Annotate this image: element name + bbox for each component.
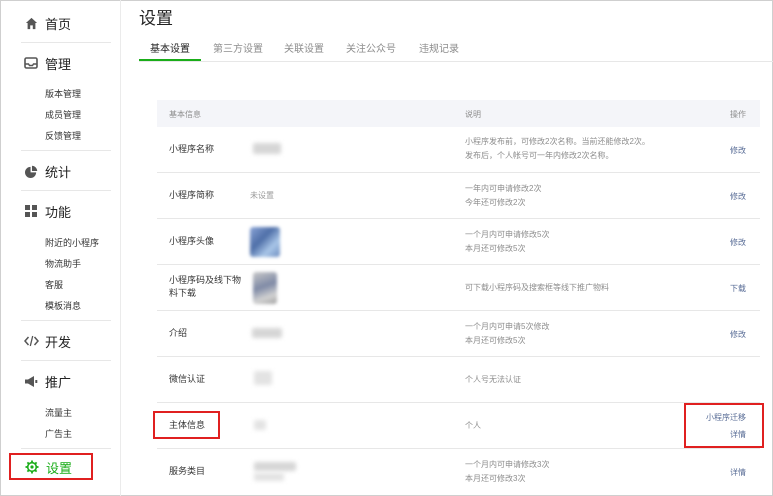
row-desc: 个人号无法认证 [465, 375, 521, 384]
edit-link[interactable]: 修改 [730, 234, 746, 251]
divider [21, 190, 111, 191]
table-row: 小程序简称 未设置 一年内可申请修改2次 今年还可修改2次 修改 [157, 173, 760, 219]
sidebar-item-manage[interactable]: 管理 [1, 53, 119, 73]
row-desc: 可下载小程序码及搜索框等线下推广物料 [465, 283, 609, 292]
column-header-info: 基本信息 [169, 110, 201, 119]
row-label: 服务类目 [169, 466, 206, 476]
pie-chart-icon [23, 163, 39, 179]
sidebar-item-version-manage[interactable]: 版本管理 [45, 87, 81, 100]
megaphone-icon [23, 373, 39, 389]
sidebar-item-label: 管理 [45, 57, 72, 72]
divider [21, 448, 111, 449]
tab-third-party-settings[interactable]: 第三方设置 [213, 40, 263, 55]
sidebar-item-logistics[interactable]: 物流助手 [45, 257, 81, 270]
row-desc: 一个月内可申请5次修改 本月还可修改5次 [465, 322, 550, 345]
row-desc: 一个月内可申请修改5次 本月还可修改5次 [465, 230, 550, 253]
row-desc: 个人 [465, 421, 481, 430]
edit-link[interactable]: 修改 [730, 188, 746, 205]
sidebar-item-label: 推广 [45, 375, 72, 390]
highlight-box-actions [684, 403, 764, 448]
grid-icon [23, 203, 39, 219]
row-label: 小程序码及线下物料下载 [169, 275, 242, 298]
tab-basic-settings[interactable]: 基本设置 [150, 40, 190, 55]
inbox-icon [23, 55, 39, 71]
table-header: 基本信息 说明 操作 [157, 100, 760, 127]
sidebar-item-nearby-miniprogram[interactable]: 附近的小程序 [45, 236, 99, 249]
sidebar-item-settings[interactable]: 设置 [9, 453, 93, 480]
details-link[interactable]: 详情 [730, 464, 746, 481]
tab-related-settings[interactable]: 关联设置 [284, 40, 324, 55]
sidebar-item-settings-head[interactable]: 设置 [2, 457, 120, 477]
redacted-value [254, 462, 296, 471]
edit-link[interactable]: 修改 [730, 142, 746, 159]
highlight-box-subject-info [153, 411, 220, 439]
table-row: 小程序码及线下物料下载 可下载小程序码及搜索框等线下推广物料 下载 [157, 265, 760, 311]
sidebar-item-advertiser[interactable]: 广告主 [45, 427, 72, 440]
redacted-value [254, 473, 284, 481]
page-title: 设置 [139, 9, 173, 28]
sidebar-item-member-manage[interactable]: 成员管理 [45, 108, 81, 121]
row-label: 微信认证 [169, 374, 206, 384]
miniprogram-code-image [253, 272, 277, 304]
divider [21, 360, 111, 361]
sidebar-item-feedback-manage[interactable]: 反馈管理 [45, 129, 81, 142]
table-row: 小程序名称 小程序发布前，可修改2次名称。当前还能修改2次。 发布后，个人帐号可… [157, 127, 760, 173]
row-value: 未设置 [250, 191, 274, 200]
redacted-value [254, 420, 266, 430]
sidebar-divider [120, 0, 121, 496]
sidebar-item-develop[interactable]: 开发 [1, 331, 119, 351]
table-row: 服务类目 一个月内可申请修改3次 本月还可修改3次 详情 [157, 449, 760, 495]
sidebar-item-template-message[interactable]: 模板消息 [45, 299, 81, 312]
tab-follow-official-account[interactable]: 关注公众号 [346, 40, 396, 55]
table-row: 微信认证 个人号无法认证 [157, 357, 760, 403]
sidebar-item-features[interactable]: 功能 [1, 201, 119, 221]
sidebar-item-label: 首页 [45, 17, 72, 32]
row-label: 介绍 [169, 328, 188, 338]
redacted-value [254, 371, 272, 385]
edit-link[interactable]: 修改 [730, 326, 746, 343]
sidebar-item-promote[interactable]: 推广 [1, 371, 119, 391]
miniprogram-avatar [250, 227, 280, 257]
divider [21, 42, 111, 43]
table-row: 介绍 一个月内可申请5次修改 本月还可修改5次 修改 [157, 311, 760, 357]
sidebar-item-home[interactable]: 首页 [1, 13, 119, 33]
column-header-desc: 说明 [465, 110, 481, 119]
row-label: 小程序简称 [169, 190, 215, 200]
gear-icon [24, 459, 40, 475]
sidebar-item-label: 统计 [45, 165, 72, 180]
sidebar-item-stats[interactable]: 统计 [1, 161, 119, 181]
sidebar-item-label: 功能 [45, 205, 72, 220]
row-label: 小程序头像 [169, 236, 215, 246]
redacted-value [252, 328, 282, 338]
tab-violation-records[interactable]: 违规记录 [419, 40, 459, 55]
home-icon [23, 15, 39, 31]
column-header-op: 操作 [730, 110, 746, 119]
row-label: 小程序名称 [169, 144, 215, 154]
divider [21, 150, 111, 151]
row-desc: 小程序发布前，可修改2次名称。当前还能修改2次。 发布后，个人帐号可一年内修改2… [465, 137, 650, 160]
sidebar-item-traffic-owner[interactable]: 流量主 [45, 406, 72, 419]
table-row: 小程序头像 一个月内可申请修改5次 本月还可修改5次 修改 [157, 219, 760, 265]
code-icon [23, 333, 39, 349]
sidebar-item-customer-service[interactable]: 客服 [45, 278, 63, 291]
divider [139, 61, 773, 62]
row-desc: 一个月内可申请修改3次 本月还可修改3次 [465, 460, 550, 483]
sidebar: 首页 管理 版本管理 成员管理 反馈管理 统计 功能 附近的小程序 物流助手 客… [1, 1, 119, 495]
sidebar-item-label: 开发 [45, 335, 72, 350]
row-desc: 一年内可申请修改2次 今年还可修改2次 [465, 184, 542, 207]
divider [21, 320, 111, 321]
sidebar-item-label: 设置 [46, 461, 73, 476]
table-row: 主体信息 个人 小程序迁移 详情 [157, 403, 760, 449]
redacted-value [253, 143, 281, 154]
download-link[interactable]: 下载 [730, 280, 746, 297]
